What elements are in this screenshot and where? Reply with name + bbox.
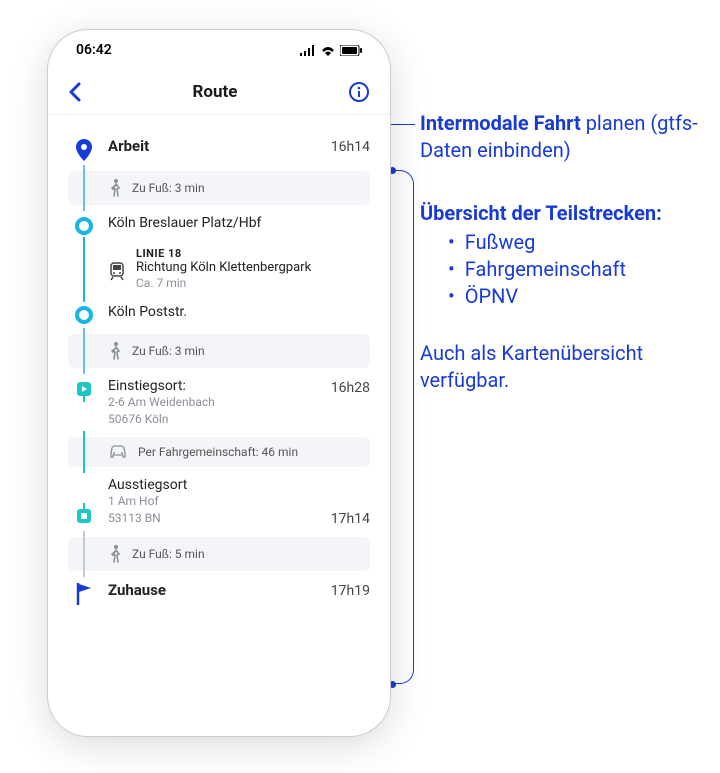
walk-icon (108, 179, 122, 197)
segment-walk-1: Zu Fuß: 3 min (68, 171, 370, 205)
ride-text: Per Fahrgemeinschaft: 46 min (138, 445, 298, 459)
route-start[interactable]: Arbeit 16h14 (48, 133, 390, 165)
list-item: Fußweg (448, 229, 710, 256)
start-time: 16h14 (331, 137, 370, 155)
battery-icon (340, 45, 362, 56)
annotation-2: Übersicht der Teilstrecken: Fußweg Fahrg… (420, 200, 710, 310)
annotation-1: Intermodale Fahrt planen (gtfs-Daten ein… (420, 110, 710, 164)
walk1-text: Zu Fuß: 3 min (132, 181, 205, 195)
stop2-label: Köln Poststr. (108, 304, 370, 320)
callout-dot-2 (389, 167, 396, 174)
transit-direction: Richtung Köln Klettenbergpark (136, 260, 311, 275)
segment-transit: LINIE 18 Richtung Köln Klettenbergpark C… (68, 243, 370, 296)
route-end[interactable]: Zuhause 17h19 (48, 577, 390, 609)
route-dropoff[interactable]: Ausstiegsort 1 Am Hof 53113 BN 17h14 (48, 473, 390, 531)
transit-stop-icon (75, 306, 93, 324)
segment-walk-2: Zu Fuß: 3 min (68, 334, 370, 368)
end-label: Zuhause (108, 581, 331, 599)
pickup-addr2: 50676 Köln (108, 411, 331, 428)
pickup-label: Einstiegsort: (108, 378, 331, 394)
dropoff-addr1: 1 Am Hof (108, 493, 331, 510)
route-stop-2[interactable]: Köln Poststr. (48, 300, 390, 328)
walk-icon (108, 545, 122, 563)
wifi-icon (320, 45, 336, 56)
dropoff-time: 17h14 (331, 509, 370, 527)
list-item: ÖPNV (448, 283, 710, 310)
start-label: Arbeit (108, 137, 331, 155)
status-bar: 06:42 (48, 30, 390, 70)
end-time: 17h19 (331, 581, 370, 599)
walk-icon (108, 342, 122, 360)
segment-line (83, 431, 85, 473)
annotation-2-list: Fußweg Fahrgemeinschaft ÖPNV (420, 229, 710, 310)
segment-walk-3: Zu Fuß: 5 min (68, 537, 370, 571)
pickup-time: 16h28 (331, 378, 370, 396)
phone-frame: 06:42 Route Arbeit 16h14 (48, 30, 390, 736)
navbar: Route (48, 70, 390, 114)
segment-line (83, 531, 85, 577)
dropoff-label: Ausstiegsort (108, 477, 331, 493)
dropoff-icon (75, 503, 93, 525)
page-title: Route (193, 82, 238, 102)
segment-ride: Per Fahrgemeinschaft: 46 min (68, 437, 370, 467)
dropoff-addr2: 53113 BN (108, 510, 331, 527)
stop1-label: Köln Breslauer Platz/Hbf (108, 215, 370, 231)
pin-start-icon (75, 139, 93, 161)
car-icon (108, 445, 128, 459)
divider (48, 114, 390, 115)
callout-dot-3 (389, 681, 396, 688)
pickup-addr1: 2-6 Am Weidenbach (108, 394, 331, 411)
chevron-left-icon (68, 82, 82, 102)
signal-icon (300, 45, 316, 56)
status-indicators (300, 45, 362, 56)
back-button[interactable] (68, 82, 82, 102)
transit-duration: Ca. 7 min (136, 275, 311, 292)
walk3-text: Zu Fuß: 5 min (132, 547, 205, 561)
flag-end-icon (75, 583, 93, 605)
transit-stop-icon (75, 217, 93, 235)
tram-icon (108, 247, 126, 281)
walk2-text: Zu Fuß: 3 min (132, 344, 205, 358)
route-pickup[interactable]: Einstiegsort: 2-6 Am Weidenbach 50676 Kö… (48, 374, 390, 432)
annotation-2-bold: Übersicht der Teilstrecken: (420, 201, 662, 225)
route-stop-1[interactable]: Köln Breslauer Platz/Hbf (48, 211, 390, 239)
segment-line (83, 165, 85, 211)
segment-line (83, 328, 85, 374)
callout-bracket (392, 170, 414, 684)
list-item: Fahrgemeinschaft (448, 256, 710, 283)
annotation-3: Auch als Karten­übersicht verfügbar. (420, 340, 710, 394)
pickup-icon (75, 380, 93, 402)
info-icon (348, 81, 370, 103)
annotations: Intermodale Fahrt planen (gtfs-Daten ein… (420, 110, 710, 394)
route-content: Arbeit 16h14 Zu Fuß: 3 min Köln Breslaue… (48, 123, 390, 629)
status-time: 06:42 (76, 42, 112, 58)
transit-line: LINIE 18 (136, 247, 311, 260)
segment-line (83, 237, 85, 302)
annotation-1-bold: Intermodale Fahrt (420, 111, 581, 135)
info-button[interactable] (348, 81, 370, 103)
